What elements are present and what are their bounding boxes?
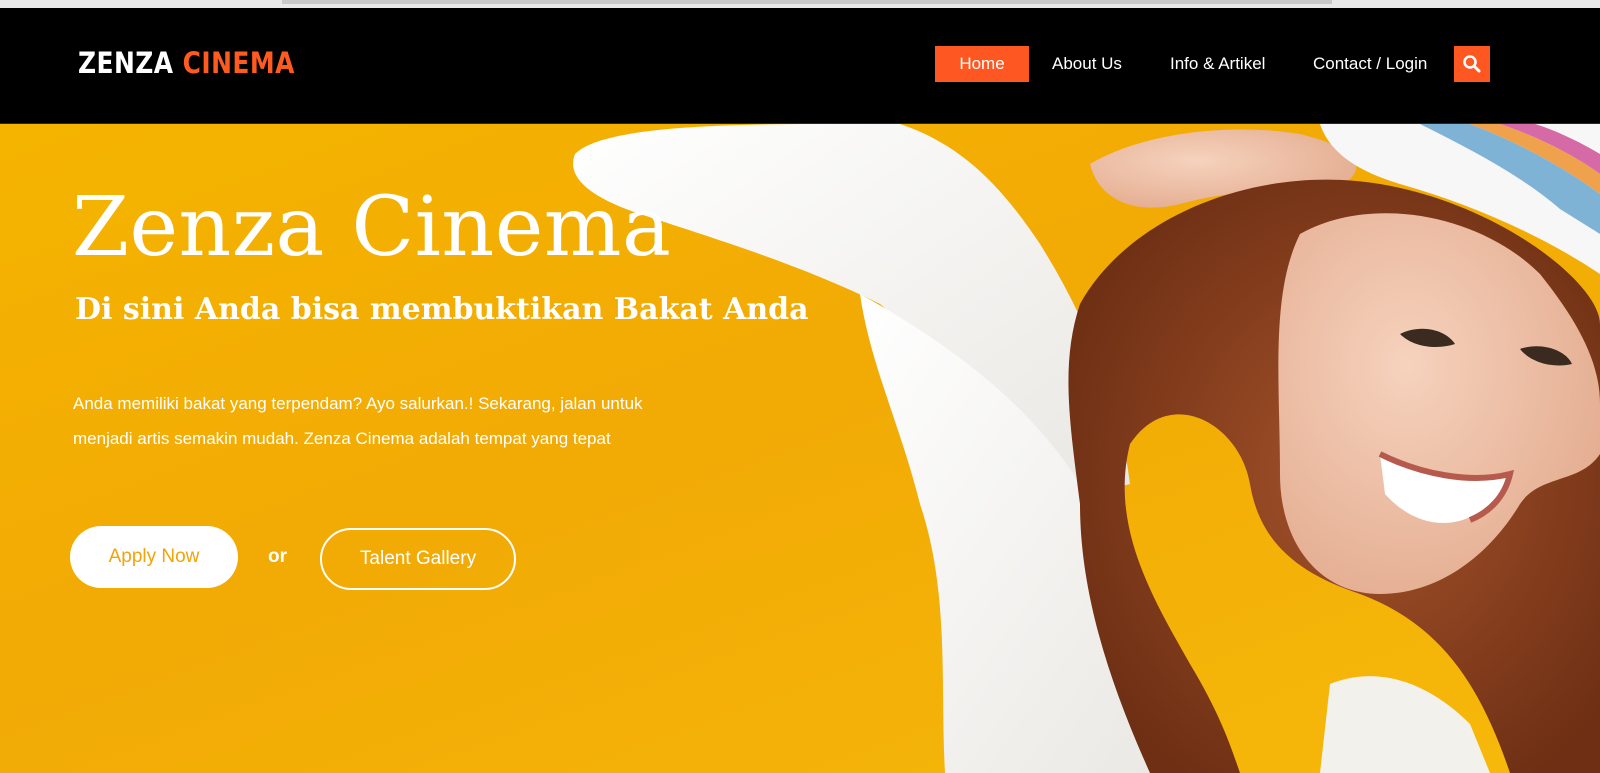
hero-banner: Zenza Cinema Di sini Anda bisa membuktik… (0, 124, 1600, 773)
site-logo[interactable]: ZENZA CINEMA (78, 46, 295, 80)
nav-contact-login[interactable]: Contact / Login (1313, 46, 1427, 82)
navbar: ZENZA CINEMA Home About Us Info & Artike… (0, 8, 1600, 124)
scrollbar-track (282, 0, 1332, 4)
nav-info-artikel[interactable]: Info & Artikel (1170, 46, 1265, 82)
page: ZENZA CINEMA Home About Us Info & Artike… (0, 0, 1600, 773)
hero-description: Anda memiliki bakat yang terpendam? Ayo … (73, 394, 643, 448)
nav-home[interactable]: Home (935, 46, 1029, 82)
hero-title: Zenza Cinema (72, 180, 672, 275)
logo-text-zenza: ZENZA (78, 46, 174, 80)
talent-gallery-button[interactable]: Talent Gallery (320, 528, 516, 590)
logo-text-cinema: CINEMA (182, 46, 295, 80)
or-separator: or (268, 546, 287, 567)
nav-about-us[interactable]: About Us (1052, 46, 1122, 82)
hero-subtitle: Di sini Anda bisa membuktikan Bakat Anda (75, 292, 809, 327)
search-icon (1463, 55, 1481, 73)
browser-top-strip (0, 0, 1600, 8)
apply-now-button[interactable]: Apply Now (70, 526, 238, 588)
search-button[interactable] (1454, 46, 1490, 82)
